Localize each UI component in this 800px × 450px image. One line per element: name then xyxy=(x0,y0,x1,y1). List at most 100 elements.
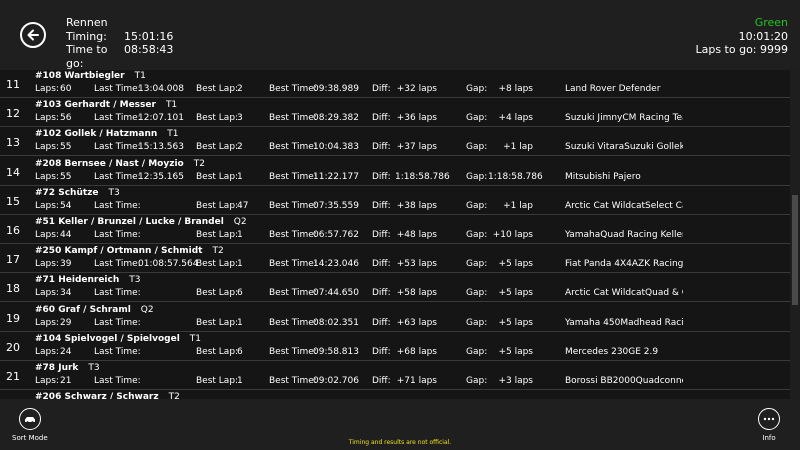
gap-value: +5 laps xyxy=(498,317,533,328)
best-time-value: 06:57.762 xyxy=(313,230,359,240)
laps-value: 55 xyxy=(60,142,72,153)
driver-names: Graf / Schraml xyxy=(58,304,131,315)
elapsed-time: 10:01:20 xyxy=(738,29,788,43)
best-lap-label: Best Lap: xyxy=(196,84,239,94)
last-time-label: Last Time: xyxy=(94,259,141,270)
back-button[interactable] xyxy=(20,22,46,48)
vehicle-team: Yamaha 450Madhead Racing Te xyxy=(565,317,683,328)
result-row[interactable]: 18 #71 Heidenreich T3 Laps: 34 Last Time: Best… xyxy=(0,274,790,303)
last-time-label: Last Time: xyxy=(94,142,141,153)
best-time-label: Best Time: xyxy=(269,288,317,299)
more-icon xyxy=(763,417,775,421)
last-time-label: Last Time: xyxy=(94,376,141,386)
result-row[interactable]: 17 #250 Kampf / Ortmann / Schmidt T2 Laps: 3… xyxy=(0,245,790,274)
flag-status: Green xyxy=(754,16,788,29)
gap-value: 1:18:58.786 xyxy=(488,171,543,182)
gap-label: Gap: xyxy=(466,113,488,124)
result-row[interactable]: 12 #103 Gerhardt / Messer T1 Laps: 56 Last Ti… xyxy=(0,99,790,128)
laps-value: 44 xyxy=(60,230,72,240)
position-number: 11 xyxy=(6,78,20,91)
entry-title: #51 Keller / Brunzel / Lucke / Brandel Q2 xyxy=(35,217,247,227)
vehicle-team: Suzuki VitaraSuzuki Gollek xyxy=(565,142,683,153)
result-row[interactable]: 21 #78 Jurk T3 Laps: 21 Last Time: Best Lap: 1 B… xyxy=(0,362,790,390)
vehicle-team: Mitsubishi Pajero xyxy=(565,171,641,182)
best-lap-value: 47 xyxy=(237,200,249,211)
result-row[interactable]: 20 #104 Spielvogel / Spielvogel T1 Laps: 24 L… xyxy=(0,332,790,361)
scrollbar[interactable] xyxy=(790,70,800,399)
best-lap-value: 2 xyxy=(237,142,243,153)
result-row[interactable]: 19 #60 Graf / Schraml Q2 Laps: 29 Last Time: B… xyxy=(0,303,790,332)
info-button[interactable]: Info xyxy=(758,408,780,442)
laps-label: Laps: xyxy=(35,346,59,357)
driver-names: Schwarz / Schwarz xyxy=(64,392,159,399)
class-badge: T1 xyxy=(165,100,178,111)
position-number: 13 xyxy=(6,136,20,150)
best-time-label: Best Time: xyxy=(269,376,317,386)
entry-title: #250 Kampf / Ortmann / Schmidt T2 xyxy=(35,246,224,256)
best-lap-value: 6 xyxy=(237,346,243,357)
best-time-value: 09:58.813 xyxy=(313,346,359,357)
gap-label: Gap: xyxy=(466,171,488,182)
race-info: Rennen Timing: 15:01:16 Time to go: 08:5… xyxy=(66,16,173,70)
vehicle-team: Arctic Cat WildcatSelect Cars Sl xyxy=(565,200,683,211)
laps-value: 55 xyxy=(60,171,72,182)
driver-names: Heidenreich xyxy=(58,275,120,286)
best-time-label: Best Time: xyxy=(269,200,317,211)
result-row[interactable]: 16 #51 Keller / Brunzel / Lucke / Brandel… xyxy=(0,216,790,244)
result-row[interactable]: 14 #208 Bernsee / Nast / Moyzio T2 Laps: 55 L… xyxy=(0,157,790,186)
laps-label: Laps: xyxy=(35,230,59,240)
entry-title: #71 Heidenreich T3 xyxy=(35,275,141,285)
class-badge: T2 xyxy=(168,392,180,399)
entry-title: #60 Graf / Schraml Q2 xyxy=(35,305,154,315)
last-time-label: Last Time: xyxy=(94,288,141,299)
best-time-label: Best Time: xyxy=(269,259,317,270)
diff-label: Diff: xyxy=(372,142,391,153)
position-number: 18 xyxy=(6,282,20,296)
gap-label: Gap: xyxy=(466,376,488,386)
laps-label: Laps: xyxy=(35,84,59,94)
best-lap-label: Best Lap: xyxy=(196,200,239,211)
diff-label: Diff: xyxy=(372,113,391,124)
gap-value: +1 lap xyxy=(503,200,533,211)
gap-label: Gap: xyxy=(466,346,488,357)
result-row[interactable]: 13 #102 Gollek / Hatzmann T1 Laps: 55 Last Ti… xyxy=(0,128,790,157)
result-row[interactable]: 11 #108 Wartbiegler T1 Laps: 60 Last Time: 13:… xyxy=(0,70,790,98)
laps-label: Laps: xyxy=(35,113,59,124)
result-row[interactable]: 15 #72 Schütze T3 Laps: 54 Last Time: Best Lap… xyxy=(0,186,790,215)
gap-value: +5 laps xyxy=(498,259,533,270)
best-time-label: Best Time: xyxy=(269,346,317,357)
laps-label: Laps: xyxy=(35,376,59,386)
result-row[interactable]: #206 Schwarz / Schwarz T2 xyxy=(0,391,790,399)
entry-title: #78 Jurk T3 xyxy=(35,363,100,373)
laps-to-go: Laps to go: 9999 xyxy=(695,43,788,56)
last-time-value: 15:13.563 xyxy=(138,142,184,153)
diff-value: +38 laps xyxy=(396,200,437,211)
results-list[interactable]: 11 #108 Wartbiegler T1 Laps: 60 Last Time: 13:… xyxy=(0,70,790,399)
gap-value: +3 laps xyxy=(498,376,533,386)
laps-label: Laps: xyxy=(35,171,59,182)
class-badge: T2 xyxy=(193,158,205,169)
last-time-value: 12:35.165 xyxy=(138,171,184,182)
car-number: #51 xyxy=(35,217,56,227)
last-time-value: 01:08:57.564 xyxy=(138,259,199,270)
best-lap-value: 3 xyxy=(237,113,243,124)
driver-names: Keller / Brunzel / Lucke / Brandel xyxy=(58,217,224,227)
laps-label: Laps: xyxy=(35,259,59,270)
laps-value: 54 xyxy=(60,200,72,211)
driver-names: Wartbiegler xyxy=(64,71,125,81)
scrollbar-thumb[interactable] xyxy=(792,195,798,305)
gap-label: Gap: xyxy=(466,288,488,299)
best-lap-value: 1 xyxy=(237,171,243,182)
diff-label: Diff: xyxy=(372,288,391,299)
best-lap-value: 1 xyxy=(237,259,243,270)
class-badge: T1 xyxy=(167,129,179,140)
diff-value: +37 laps xyxy=(396,142,437,153)
car-number: #71 xyxy=(35,275,56,286)
entry-title: #104 Spielvogel / Spielvogel T1 xyxy=(35,334,201,344)
laps-label: Laps: xyxy=(35,200,59,211)
best-time-label: Best Time: xyxy=(269,171,317,182)
diff-value: +68 laps xyxy=(396,346,437,357)
best-time-value: 09:02.706 xyxy=(313,376,359,386)
sort-mode-button[interactable]: Sort Mode xyxy=(12,408,48,442)
last-time-label: Last Time: xyxy=(94,113,141,124)
